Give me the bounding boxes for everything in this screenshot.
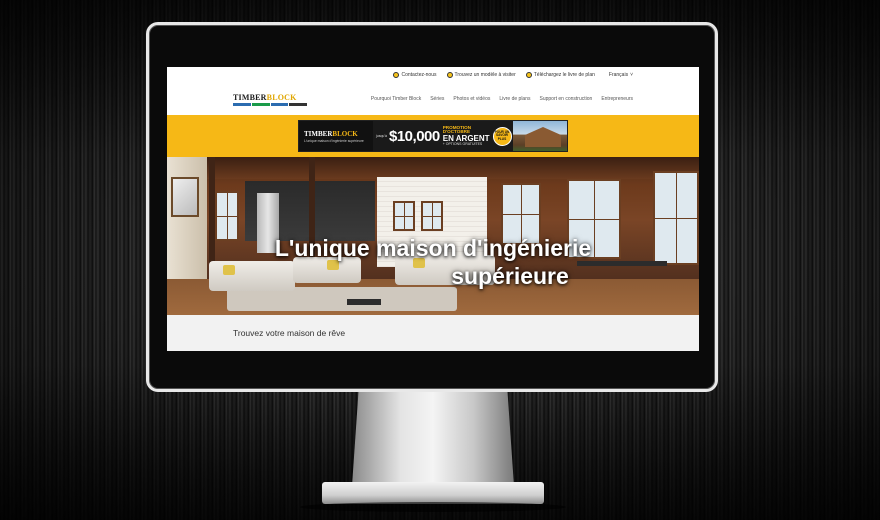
contact-link[interactable]: Contactez-nous: [393, 72, 437, 78]
hero-title: L'unique maison d'ingénierie supérieure: [227, 235, 639, 290]
promo-logo-panel: TIMBERBLOCK L'unique maison d'ingénierie…: [299, 121, 373, 151]
main-nav: Pourquoi Timber Block Séries Photos et v…: [371, 96, 633, 102]
promo-offer: jusqu'à $10,000 PROMOTION D'OCTOBRE EN A…: [373, 121, 491, 151]
hero-window: [393, 201, 415, 231]
hero-window: [653, 171, 699, 265]
promo-logo-timber: TIMBER: [304, 129, 333, 138]
promo-logo: TIMBERBLOCK: [304, 130, 373, 138]
monitor-stand-shadow: [300, 502, 566, 512]
hero-title-line1: L'unique maison d'ingénierie: [274, 235, 592, 261]
monitor-stand-base: [322, 482, 544, 504]
nav-item-why[interactable]: Pourquoi Timber Block: [371, 96, 421, 102]
nav-item-series[interactable]: Séries: [430, 96, 444, 102]
download-plans-link[interactable]: Téléchargez le livre de plan: [525, 72, 595, 78]
promo-line3: + OPTIONS GRATUITES: [442, 141, 483, 146]
hero-wall-art: [171, 177, 199, 217]
language-selector[interactable]: Français ˅: [609, 72, 633, 78]
hero-window: [215, 191, 239, 241]
promo-band: TIMBERBLOCK L'unique maison d'ingénierie…: [167, 115, 699, 157]
chevron-down-icon: ˅: [630, 72, 633, 78]
hero-banner: L'unique maison d'ingénierie supérieure: [167, 157, 699, 315]
logo-stripe: [270, 102, 289, 106]
download-icon: [525, 72, 532, 78]
logo-stripe: [251, 102, 270, 106]
contact-link-label: Contactez-nous: [401, 72, 437, 78]
logo-stripes: [233, 102, 307, 106]
logo-part-block: BLOCK: [266, 92, 297, 102]
hero-coffee-table: [347, 299, 381, 305]
logo-wordmark: TIMBERBLOCK: [233, 93, 307, 102]
section-title: Trouvez votre maison de rêve: [233, 328, 346, 338]
promo-text-stack: PROMOTION D'OCTOBRE EN ARGENT + OPTIONS …: [442, 125, 491, 147]
promo-house-image: [513, 121, 567, 151]
promo-prefix: jusqu'à: [376, 134, 387, 138]
site-header: TIMBERBLOCK Pourquoi Timber Block Séries…: [167, 83, 699, 115]
phone-icon: [393, 72, 400, 78]
promo-badge-panel: POUR UN SAVOIR PLUS: [491, 121, 513, 151]
promo-tagline: L'unique maison d'ingénierie supérieure: [304, 138, 364, 143]
promo-amount: $10,000: [389, 127, 440, 145]
dream-home-section: Trouvez votre maison de rêve: [167, 315, 699, 351]
nav-item-plans[interactable]: Livre de plans: [499, 96, 530, 102]
language-label: Français: [608, 72, 629, 78]
logo-stripe: [289, 102, 307, 106]
nav-item-contractors[interactable]: Entrepreneurs: [601, 96, 633, 102]
hero-window: [421, 201, 443, 231]
hero-ceiling: [207, 157, 699, 179]
monitor-stand-neck: [352, 392, 514, 486]
logo-part-timber: TIMBER: [233, 92, 267, 102]
monitor-frame: Contactez-nous Trouvez un modèle à visit…: [146, 22, 718, 392]
promo-badge[interactable]: POUR UN SAVOIR PLUS: [492, 126, 512, 146]
find-model-link[interactable]: Trouvez un modèle à visiter: [446, 72, 516, 78]
logo-stripe: [233, 102, 251, 106]
hero-title-line2: supérieure: [451, 262, 569, 289]
download-plans-link-label: Téléchargez le livre de plan: [533, 72, 595, 78]
nav-item-photos[interactable]: Photos et vidéos: [453, 96, 490, 102]
monitor-screen: Contactez-nous Trouvez un modèle à visit…: [167, 67, 699, 351]
site-logo[interactable]: TIMBERBLOCK: [233, 93, 307, 106]
utility-bar: Contactez-nous Trouvez un modèle à visit…: [167, 67, 699, 83]
location-icon: [446, 72, 453, 78]
find-model-link-label: Trouvez un modèle à visiter: [454, 72, 516, 78]
promo-logo-block: BLOCK: [332, 129, 358, 138]
promo-banner[interactable]: TIMBERBLOCK L'unique maison d'ingénierie…: [298, 120, 568, 152]
nav-item-support[interactable]: Support en construction: [540, 96, 593, 102]
